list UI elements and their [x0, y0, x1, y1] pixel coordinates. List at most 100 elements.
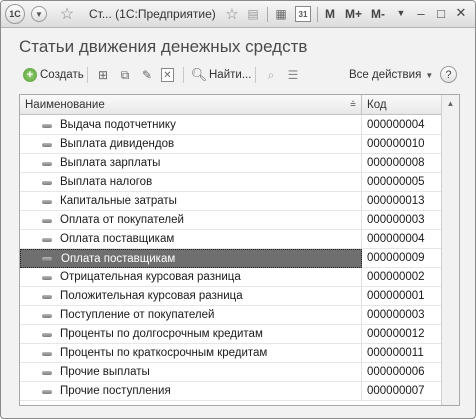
item-marker-icon: [42, 276, 52, 280]
row-name-cell[interactable]: Выдача подотчетнику: [20, 116, 362, 135]
table-row[interactable]: Проценты по долгосрочным кредитам 0000000…: [20, 325, 442, 344]
row-name-cell[interactable]: Оплата от покупателей: [20, 211, 362, 230]
table-row[interactable]: Прочие выплаты 000000006: [20, 363, 442, 382]
find-button[interactable]: 🔍︎ Найти...: [191, 64, 252, 86]
app-logo-icon[interactable]: 1С: [5, 4, 25, 24]
row-code-cell[interactable]: 000000003: [362, 211, 442, 230]
app-window: 1С ▼ ☆ Ст... (1С:Предприятие) ☆ ▤ ▦ 31 M…: [0, 0, 476, 419]
item-marker-icon: [42, 181, 52, 185]
items-table: Наименование ⩮ Код Выдача подотчетнику 00…: [19, 94, 460, 406]
create-button-label: Создать: [40, 69, 84, 81]
table-row[interactable]: Выплата налогов 000000005: [20, 173, 442, 192]
scroll-up-arrow-icon[interactable]: ▲: [442, 95, 459, 112]
calculator-icon[interactable]: ▦: [273, 5, 289, 23]
row-name-cell[interactable]: Оплата поставщикам: [20, 230, 362, 249]
row-name-cell[interactable]: Выплата дивидендов: [20, 135, 362, 154]
row-code-cell[interactable]: 000000007: [362, 382, 442, 401]
item-marker-icon: [42, 257, 52, 261]
row-code-cell[interactable]: 000000001: [362, 287, 442, 306]
row-code-cell[interactable]: 000000013: [362, 192, 442, 211]
page-title: Статьи движения денежных средств: [19, 37, 308, 56]
copy-button[interactable]: ⧉: [117, 64, 133, 86]
row-code-cell[interactable]: 000000010: [362, 135, 442, 154]
item-marker-icon: [42, 219, 52, 223]
row-name-cell[interactable]: Капитальные затраты: [20, 192, 362, 211]
column-header-code[interactable]: Код: [362, 95, 441, 115]
row-code-cell[interactable]: 000000003: [362, 306, 442, 325]
table-row[interactable]: Проценты по краткосрочным кредитам 000000…: [20, 344, 442, 363]
divider: [183, 67, 184, 83]
row-code-cell[interactable]: 000000004: [362, 116, 442, 135]
favorite-star-icon[interactable]: ☆: [57, 5, 77, 23]
divider: [87, 67, 88, 83]
row-name-cell[interactable]: Проценты по долгосрочным кредитам: [20, 325, 362, 344]
row-name-cell[interactable]: Прочие поступления: [20, 382, 362, 401]
row-name-cell[interactable]: Выплата зарплаты: [20, 154, 362, 173]
table-row[interactable]: Оплата поставщикам 000000004: [20, 230, 442, 249]
search-clear-icon: ⌕: [267, 67, 275, 82]
table-row[interactable]: Оплата поставщикам 000000009: [20, 249, 442, 268]
row-name-cell[interactable]: Проценты по краткосрочным кредитам: [20, 344, 362, 363]
all-actions-label: Все действия: [349, 69, 422, 81]
table-row[interactable]: Оплата от покупателей 000000003: [20, 211, 442, 230]
vertical-scrollbar[interactable]: ▲: [441, 95, 459, 405]
item-marker-icon: [42, 124, 52, 128]
window-title: Ст... (1С:Предприятие): [89, 7, 216, 21]
item-marker-icon: [42, 352, 52, 356]
table-row[interactable]: Выдача подотчетнику 000000004: [20, 116, 442, 135]
maximize-icon[interactable]: □: [433, 5, 449, 21]
row-code-cell[interactable]: 000000008: [362, 154, 442, 173]
row-name-cell[interactable]: Оплата поставщикам: [20, 249, 362, 268]
main-menu-icon[interactable]: ▼: [31, 6, 47, 22]
row-code-cell[interactable]: 000000002: [362, 268, 442, 287]
table-header: Наименование ⩮ Код: [20, 95, 459, 115]
item-marker-icon: [42, 333, 52, 337]
row-name-cell[interactable]: Отрицательная курсовая разница: [20, 268, 362, 287]
find-button-label: Найти...: [209, 69, 252, 81]
table-row[interactable]: Отрицательная курсовая разница 000000002: [20, 268, 442, 287]
table-row[interactable]: Выплата зарплаты 000000008: [20, 154, 442, 173]
item-marker-icon: [42, 314, 52, 318]
memory-minus-button[interactable]: M-: [371, 5, 385, 23]
table-row[interactable]: Поступление от покупателей 000000003: [20, 306, 442, 325]
row-name-cell[interactable]: Прочие выплаты: [20, 363, 362, 382]
minimize-icon[interactable]: –: [413, 5, 429, 21]
all-actions-menu[interactable]: Все действия ▼: [349, 64, 433, 86]
save-icon[interactable]: ▤: [245, 5, 261, 23]
command-bar: + Создать ⊞ ⧉ ✎ ✕ 🔍︎ Найти... ⌕ ☰ Все де…: [15, 64, 461, 86]
close-icon[interactable]: ✕: [453, 5, 469, 21]
table-row[interactable]: Прочие поступления 000000007: [20, 382, 442, 401]
create-group-button[interactable]: ⊞: [95, 64, 111, 86]
table-row[interactable]: Капитальные затраты 000000013: [20, 192, 442, 211]
dropdown-arrow-icon[interactable]: ▼: [393, 5, 409, 21]
divider: [317, 7, 318, 22]
row-name-cell[interactable]: Выплата налогов: [20, 173, 362, 192]
chevron-down-icon: ▼: [425, 70, 434, 80]
create-button[interactable]: + Создать: [23, 64, 84, 86]
cancel-search-button[interactable]: ⌕: [263, 64, 279, 86]
table-row[interactable]: Выплата дивидендов 000000010: [20, 135, 442, 154]
row-code-cell[interactable]: 000000004: [362, 230, 442, 249]
delete-mark-button[interactable]: ✕: [161, 64, 174, 86]
memory-plus-button[interactable]: M+: [345, 5, 362, 23]
column-header-name[interactable]: Наименование ⩮: [20, 95, 362, 115]
row-name-cell[interactable]: Поступление от покупателей: [20, 306, 362, 325]
row-code-cell[interactable]: 000000005: [362, 173, 442, 192]
row-code-cell[interactable]: 000000012: [362, 325, 442, 344]
help-button[interactable]: ?: [440, 66, 457, 83]
divider: [267, 7, 268, 22]
table-row[interactable]: Положительная курсовая разница 000000001: [20, 287, 442, 306]
memory-button[interactable]: M: [325, 5, 335, 23]
row-code-cell[interactable]: 000000011: [362, 344, 442, 363]
pencil-icon: ✎: [141, 68, 153, 82]
row-code-cell[interactable]: 000000009: [362, 249, 442, 268]
list-view-button[interactable]: ☰: [285, 64, 301, 86]
item-marker-icon: [42, 143, 52, 147]
copy-icon: ⧉: [120, 67, 130, 82]
edit-button[interactable]: ✎: [139, 64, 155, 86]
calendar-icon[interactable]: 31: [295, 6, 311, 22]
list-icon: ☰: [287, 68, 299, 82]
row-name-cell[interactable]: Положительная курсовая разница: [20, 287, 362, 306]
row-code-cell[interactable]: 000000006: [362, 363, 442, 382]
add-favorite-star-icon[interactable]: ☆: [223, 5, 241, 23]
